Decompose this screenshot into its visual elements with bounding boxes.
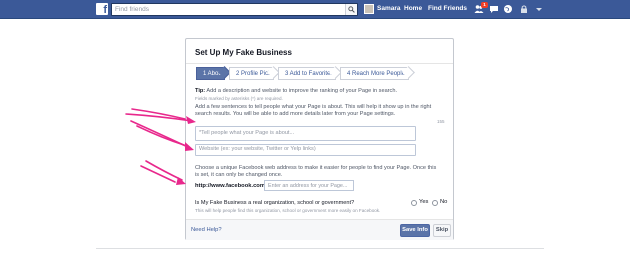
annotation-arrow-website-return bbox=[136, 125, 185, 146]
arrowhead-icon bbox=[186, 116, 196, 124]
arrowhead-icon bbox=[185, 142, 194, 151]
annotation-arrows bbox=[125, 108, 196, 185]
